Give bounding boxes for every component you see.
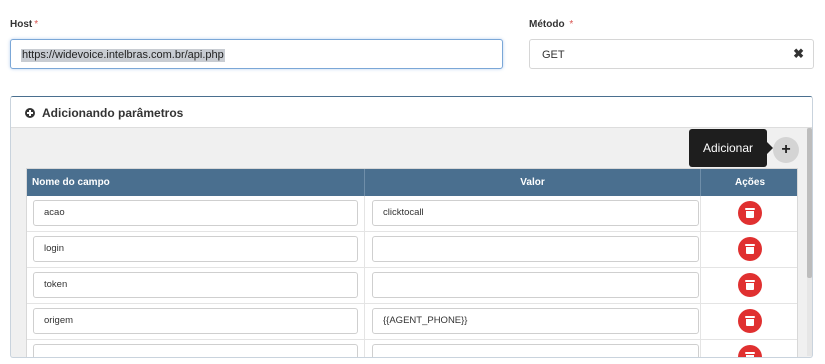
delete-row-button[interactable]	[738, 273, 762, 297]
param-value-input[interactable]: clicktocall	[372, 200, 699, 226]
plus-circle-icon	[25, 108, 35, 118]
param-name-input[interactable]	[33, 344, 358, 357]
method-selected-value: GET	[542, 49, 565, 61]
delete-row-button[interactable]	[738, 201, 762, 225]
host-label: Host *	[10, 19, 39, 30]
table-row	[27, 340, 797, 357]
param-value-input[interactable]	[372, 236, 699, 262]
column-header-name: Nome do campo	[32, 177, 110, 188]
params-table: Nome do campo Valor Ações acao clicktoca…	[26, 168, 798, 357]
param-name-input[interactable]: acao	[33, 200, 358, 226]
required-mark: *	[34, 19, 39, 30]
add-tooltip: Adicionar	[689, 129, 773, 167]
scrollbar-thumb[interactable]	[807, 128, 812, 278]
trash-icon	[745, 352, 755, 357]
clear-icon[interactable]: ✖	[793, 46, 804, 62]
trash-icon	[745, 244, 755, 254]
params-table-header: Nome do campo Valor Ações	[27, 169, 797, 196]
trash-icon	[745, 316, 755, 326]
add-param-button[interactable]: +	[773, 137, 799, 163]
table-row: origem {{AGENT_PHONE}}	[27, 304, 797, 340]
trash-icon	[745, 208, 755, 218]
delete-row-button[interactable]	[738, 237, 762, 261]
param-name-input[interactable]: login	[33, 236, 358, 262]
column-header-actions: Ações	[700, 169, 799, 196]
host-input[interactable]: https://widevoice.intelbras.com.br/api.p…	[10, 39, 503, 69]
column-header-value: Valor	[364, 169, 700, 196]
table-row: token	[27, 268, 797, 304]
param-name-input[interactable]: origem	[33, 308, 358, 334]
params-panel: Adicionando parâmetros Adicionar + Nome …	[10, 96, 813, 358]
host-input-value: https://widevoice.intelbras.com.br/api.p…	[21, 49, 225, 62]
trash-icon	[745, 280, 755, 290]
method-select[interactable]: GET ✖	[529, 39, 814, 69]
params-panel-title: Adicionando parâmetros	[42, 106, 184, 120]
param-value-input[interactable]	[372, 344, 699, 357]
delete-row-button[interactable]	[738, 309, 762, 333]
required-mark: *	[569, 19, 574, 30]
param-value-input[interactable]: {{AGENT_PHONE}}	[372, 308, 699, 334]
panel-scrollbar[interactable]	[807, 128, 812, 356]
params-panel-header[interactable]: Adicionando parâmetros	[11, 97, 812, 128]
param-name-input[interactable]: token	[33, 272, 358, 298]
method-label: Método *	[529, 19, 574, 30]
table-row: login	[27, 232, 797, 268]
table-row: acao clicktocall	[27, 196, 797, 232]
delete-row-button[interactable]	[738, 345, 762, 357]
param-value-input[interactable]	[372, 272, 699, 298]
